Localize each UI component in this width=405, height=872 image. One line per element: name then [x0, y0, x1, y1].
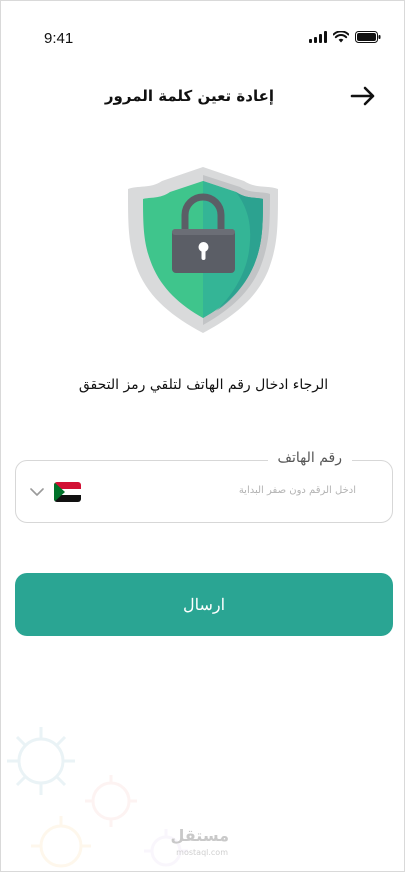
- watermark-url: mostaql.com: [176, 848, 228, 857]
- status-time: 9:41: [44, 30, 74, 47]
- watermark-brand: مستقل: [170, 826, 229, 845]
- background-pattern: [7, 727, 188, 868]
- back-button[interactable]: [348, 83, 378, 109]
- chevron-down-icon: [30, 487, 44, 496]
- country-code-select[interactable]: [30, 479, 81, 505]
- status-bar: 9:41: [1, 27, 404, 51]
- phone-field-label: رقم الهاتف: [267, 450, 352, 466]
- battery-icon: [355, 31, 381, 43]
- wifi-icon: [333, 31, 349, 43]
- sudan-flag-icon: [54, 482, 81, 502]
- status-icons: [309, 31, 381, 43]
- phone-input-placeholder: ادخل الرقم دون صفر البداية: [238, 485, 356, 496]
- shield-lock-icon: [128, 167, 278, 333]
- page-title: إعادة تعين كلمة المرور: [104, 87, 274, 105]
- send-button-label: ارسال: [182, 596, 226, 614]
- header: إعادة تعين كلمة المرور: [1, 81, 404, 113]
- cellular-signal-icon: [309, 31, 327, 43]
- app-screen: 9:41 إعادة تعين كلمة المرور الرجاء ادخال…: [0, 0, 405, 872]
- phone-field[interactable]: رقم الهاتف ادخل الرقم دون صفر البداية: [15, 450, 393, 523]
- instruction-text: الرجاء ادخال رقم الهاتف لتلقي رمز التحقق: [78, 377, 329, 393]
- send-button[interactable]: ارسال: [15, 573, 393, 636]
- arrow-right-icon: [350, 86, 375, 106]
